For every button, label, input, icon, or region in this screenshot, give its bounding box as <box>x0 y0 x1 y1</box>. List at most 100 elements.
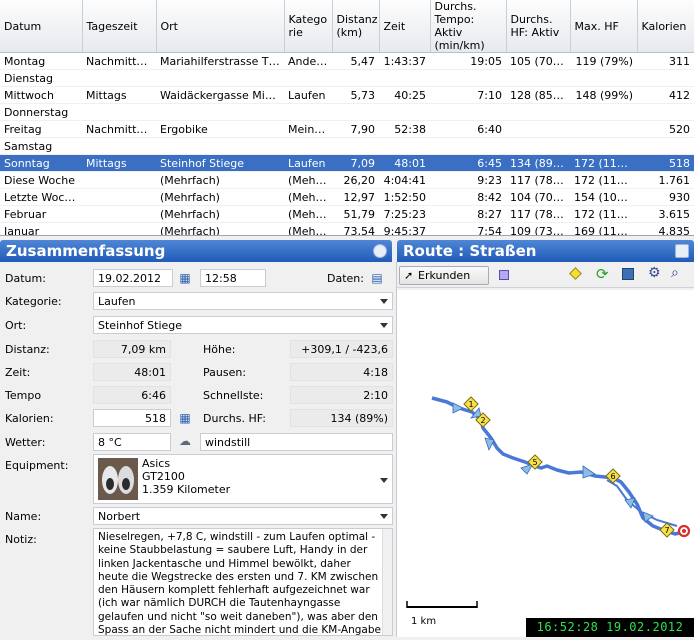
marker-icon[interactable] <box>569 267 582 280</box>
km-marker-label: 6 <box>610 472 615 481</box>
table-cell: Steinhof Stiege <box>156 154 284 172</box>
table-cell: (Mehrfach) <box>156 222 284 235</box>
refresh-icon[interactable]: ⟳ <box>596 265 609 283</box>
weather-cloud-icon[interactable]: ☁ <box>176 432 194 450</box>
table-row[interactable]: Dienstag <box>0 69 694 87</box>
temperature-field[interactable]: 8 °C <box>93 433 171 451</box>
chevron-down-icon[interactable] <box>376 317 392 333</box>
calculator-icon[interactable]: ▦ <box>176 409 194 427</box>
table-cell: 6:45 <box>430 154 506 172</box>
table-cell <box>82 171 156 189</box>
table-cell: (Mehrfach) <box>156 171 284 189</box>
table-cell: 7:10 <box>430 86 506 104</box>
col-header-zeit[interactable]: Zeit <box>379 0 431 53</box>
save-icon[interactable] <box>622 268 634 280</box>
table-row[interactable]: Januar (Mehrfach) (Mehr... 73,54 9:45:37 7:54… <box>0 222 694 235</box>
col-header-tageszeit[interactable]: Tageszeit <box>82 0 157 53</box>
zoom-icon[interactable]: ⌕ <box>671 265 679 281</box>
table-cell: Februar <box>0 205 82 223</box>
km-marker-label: 5 <box>532 458 537 467</box>
table-cell: Mittwoch <box>0 86 82 104</box>
pausen-value: 4:18 <box>290 363 393 381</box>
table-cell: 5,73 <box>332 86 379 104</box>
table-cell: Freitag <box>0 120 82 138</box>
ort-select[interactable]: Steinhof Stiege <box>93 316 393 334</box>
table-cell: Ergobike <box>156 120 284 138</box>
table-cell: 117 (78%) <box>506 205 570 223</box>
pausen-label: Pausen: <box>203 366 247 379</box>
name-select[interactable]: Norbert <box>93 507 393 525</box>
table-row[interactable]: Letzte Woche (Mehrfach) (Mehr... 12,97 1:52:… <box>0 188 694 206</box>
table-row[interactable]: Montag Nachmittags Mariahilferstrasse Tha.… <box>0 52 694 70</box>
kalorien-field[interactable]: 518 <box>93 409 171 427</box>
route-panel-header: Route : Straßen <box>397 240 694 262</box>
calendar-icon[interactable]: ▦ <box>176 269 194 287</box>
select-area-icon[interactable] <box>499 270 509 280</box>
table-cell <box>156 69 284 87</box>
table-cell <box>82 188 156 206</box>
table-cell: 520 <box>637 120 694 138</box>
table-cell: 4.835 <box>637 222 694 235</box>
table-cell: 104 (70%) <box>506 188 570 206</box>
clock-display: 16:52:28 19.02.2012 <box>526 618 694 637</box>
col-header-distanz[interactable]: Distanz (km) <box>332 0 380 53</box>
table-cell: Januar <box>0 222 82 235</box>
table-cell <box>506 69 570 87</box>
summary-panel: Datum: 19.02.2012 ▦ 12:58 Daten: ▤ Kateg… <box>0 262 394 637</box>
table-cell <box>284 69 332 87</box>
col-header-max-hf[interactable]: Max. HF <box>570 0 638 53</box>
table-row[interactable]: Donnerstag <box>0 103 694 121</box>
chevron-down-icon[interactable] <box>376 472 392 488</box>
table-row[interactable]: Freitag Nachmittags Ergobike Meine... 7,90 52… <box>0 120 694 138</box>
chevron-down-icon[interactable] <box>376 293 392 309</box>
notes-scrollbar[interactable] <box>382 529 392 635</box>
table-cell: 51,79 <box>332 205 379 223</box>
notiz-label: Notiz: <box>5 533 37 546</box>
table-cell: 73,54 <box>332 222 379 235</box>
table-cell <box>570 137 637 155</box>
table-cell: 119 (79%) <box>570 52 637 70</box>
table-row[interactable]: Februar (Mehrfach) (Mehr... 51,79 7:25:23 8:2… <box>0 205 694 223</box>
gear-icon[interactable]: ⚙ <box>648 265 661 281</box>
time-field[interactable]: 12:58 <box>200 269 266 287</box>
kategorie-select[interactable]: Laufen <box>93 292 393 310</box>
shoe-image <box>98 458 138 500</box>
col-header-tempo[interactable]: Durchs. Tempo: Aktiv (min/km) <box>430 0 507 53</box>
ort-label: Ort: <box>5 319 27 332</box>
col-header-kategorie[interactable]: Katego rie <box>284 0 333 53</box>
table-cell <box>379 69 430 87</box>
table-row[interactable]: Sonntag Mittags Steinhof Stiege Laufen 7,09 4… <box>0 154 694 172</box>
table-cell: Meine... <box>284 120 332 138</box>
table-cell: 109 (73%) <box>506 222 570 235</box>
col-header-datum[interactable]: Datum <box>0 0 83 53</box>
data-menu-icon[interactable]: ▤ <box>368 269 386 287</box>
date-field[interactable]: 19.02.2012 <box>93 269 173 287</box>
table-row[interactable]: Diese Woche (Mehrfach) (Mehr... 26,20 4:04:4… <box>0 171 694 189</box>
zeit-label: Zeit: <box>5 366 31 379</box>
explore-button[interactable]: ➚ Erkunden <box>399 266 489 285</box>
table-cell <box>570 103 637 121</box>
collapse-icon[interactable] <box>373 244 387 258</box>
notes-textarea[interactable]: Nieselregen, +7,8 C, windstill - zum Lau… <box>93 528 393 636</box>
table-row[interactable]: Mittwoch Mittags Waidäckergasse Mitte Laufe… <box>0 86 694 104</box>
table-cell: 9:23 <box>430 171 506 189</box>
col-header-hf[interactable]: Durchs. HF: Aktiv <box>506 0 571 53</box>
chevron-down-icon[interactable] <box>376 508 392 524</box>
hoehe-label: Höhe: <box>203 343 236 356</box>
weather-field[interactable]: windstill <box>200 433 393 451</box>
table-cell <box>82 137 156 155</box>
equipment-select[interactable]: Asics GT2100 1.359 Kilometer <box>93 454 393 504</box>
table-cell: 134 (89%) <box>506 154 570 172</box>
table-row[interactable]: Samstag <box>0 137 694 155</box>
table-cell: Dienstag <box>0 69 82 87</box>
col-header-kalorien[interactable]: Kalorien <box>637 0 694 53</box>
maximize-icon[interactable] <box>675 244 689 258</box>
daten-label: Daten: <box>327 272 364 285</box>
table-cell <box>82 103 156 121</box>
table-cell: 518 <box>637 154 694 172</box>
col-header-ort[interactable]: Ort <box>156 0 285 53</box>
table-cell <box>156 137 284 155</box>
table-cell: 1:52:50 <box>379 188 430 206</box>
route-map[interactable]: 12 5 6 7 1 km <box>397 290 694 637</box>
table-cell: Waidäckergasse Mitte <box>156 86 284 104</box>
